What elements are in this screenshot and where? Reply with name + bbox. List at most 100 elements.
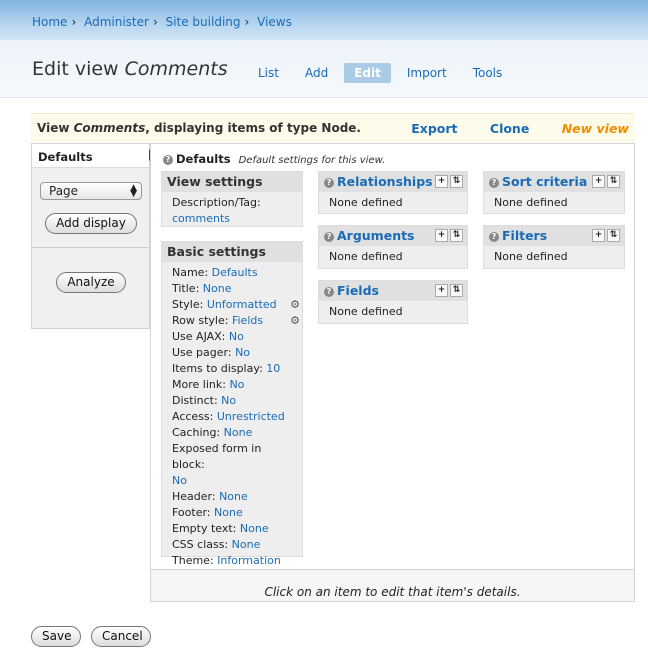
setting-label: Empty text: — [172, 522, 237, 535]
basic-setting-row: Use pager: No — [172, 345, 292, 361]
setting-label: Use AJAX: — [172, 330, 226, 343]
setting-value-link[interactable]: None — [203, 282, 232, 295]
basic-setting-row: Theme: Information — [172, 553, 292, 569]
relationships-box: ? Relationships + ⇅ None defined — [318, 171, 468, 214]
basic-setting-row: Title: None — [172, 281, 292, 297]
setting-value-link[interactable]: No — [221, 394, 236, 407]
setting-label: Name: — [172, 266, 209, 279]
breadcrumb-administer[interactable]: Administer — [84, 15, 149, 29]
add-icon[interactable]: + — [435, 284, 448, 297]
setting-value-link[interactable]: No — [235, 346, 250, 359]
basic-setting-row: Exposed form in block: No — [172, 441, 292, 489]
tab-edit[interactable]: Edit — [344, 63, 391, 83]
basic-setting-row: Footer: None — [172, 505, 292, 521]
rearrange-icon[interactable]: ⇅ — [450, 284, 463, 297]
relationships-title[interactable]: Relationships — [337, 174, 433, 189]
setting-label: Footer: — [172, 506, 211, 519]
setting-value-link[interactable]: No — [229, 378, 244, 391]
setting-value-link[interactable]: Fields — [232, 314, 263, 327]
rearrange-icon[interactable]: ⇅ — [607, 229, 620, 242]
basic-setting-row: Caching: None — [172, 425, 292, 441]
breadcrumb-site-building[interactable]: Site building — [166, 15, 241, 29]
cancel-button[interactable]: Cancel — [91, 626, 151, 647]
fields-box: ? Fields + ⇅ None defined — [318, 280, 468, 324]
setting-value-link[interactable]: Information — [217, 554, 281, 567]
description-tag-link[interactable]: comments — [172, 212, 230, 225]
page-header: Edit view Comments List Add Edit Import … — [0, 40, 648, 98]
filters-title[interactable]: Filters — [502, 228, 547, 243]
view-info-bar: View Comments, displaying items of type … — [31, 113, 635, 142]
setting-label: CSS class: — [172, 538, 229, 551]
basic-settings-list: Name: Defaults Title: None Style: Unformat… — [162, 262, 302, 572]
add-display-button[interactable]: Add display — [45, 213, 137, 234]
setting-value-link[interactable]: None — [224, 426, 253, 439]
help-icon[interactable]: ? — [324, 231, 334, 242]
rearrange-icon[interactable]: ⇅ — [607, 175, 620, 188]
display-tab-defaults[interactable]: Defaults — [32, 144, 155, 168]
setting-label: Header: — [172, 490, 216, 503]
help-icon[interactable]: ? — [324, 177, 334, 188]
setting-label: Theme: — [172, 554, 214, 567]
save-button[interactable]: Save — [31, 626, 81, 647]
setting-value-link[interactable]: Defaults — [212, 266, 258, 279]
gear-icon[interactable]: ⚙ — [290, 297, 300, 313]
sort-criteria-box: ? Sort criteria + ⇅ None defined — [483, 171, 625, 214]
help-icon[interactable]: ? — [489, 231, 499, 242]
setting-value-link[interactable]: None — [240, 522, 269, 535]
filters-box: ? Filters + ⇅ None defined — [483, 225, 625, 269]
basic-setting-row: Empty text: None — [172, 521, 292, 537]
view-actions: Export Clone New view — [383, 121, 629, 136]
rearrange-icon[interactable]: ⇅ — [450, 229, 463, 242]
breadcrumb-home[interactable]: Home — [32, 15, 67, 29]
analyze-button[interactable]: Analyze — [56, 272, 126, 293]
basic-setting-row: Items to display: 10 — [172, 361, 292, 377]
new-view-link[interactable]: New view — [562, 121, 629, 136]
view-settings-box: View settings Description/Tag: comments — [161, 171, 303, 227]
setting-value-link[interactable]: None — [232, 538, 261, 551]
clone-link[interactable]: Clone — [490, 121, 529, 136]
tab-import[interactable]: Import — [397, 63, 457, 83]
display-settings-panel: ? Defaults Default settings for this view.… — [150, 143, 635, 602]
fields-title[interactable]: Fields — [337, 283, 379, 298]
tab-list[interactable]: List — [248, 63, 289, 83]
basic-settings-title: Basic settings — [162, 242, 302, 262]
setting-label: Access: — [172, 410, 214, 423]
help-icon[interactable]: ? — [324, 286, 334, 297]
breadcrumb-views[interactable]: Views — [257, 15, 292, 29]
setting-value-link[interactable]: None — [219, 490, 248, 503]
setting-value-link[interactable]: Unrestricted — [217, 410, 285, 423]
top-bar: Home › Administer › Site building › Views — [0, 0, 648, 40]
display-type-select[interactable]: Page ▲ ▼ — [40, 182, 142, 200]
basic-setting-row: Row style: Fields ⚙ — [172, 313, 300, 329]
breadcrumb: Home › Administer › Site building › Views — [32, 15, 292, 29]
setting-value-link[interactable]: No — [172, 474, 187, 487]
help-icon[interactable]: ? — [489, 177, 499, 188]
setting-value-link[interactable]: Unformatted — [207, 298, 277, 311]
gear-icon[interactable]: ⚙ — [290, 313, 300, 329]
tabs: List Add Edit Import Tools — [248, 63, 518, 83]
page-title: Edit view Comments — [32, 58, 228, 80]
setting-value-link[interactable]: None — [214, 506, 243, 519]
add-icon[interactable]: + — [592, 175, 605, 188]
setting-label: Row style: — [172, 314, 229, 327]
panel-heading: ? Defaults Default settings for this view. — [163, 152, 385, 166]
basic-setting-row: Name: Defaults — [172, 265, 292, 281]
setting-label: Items to display: — [172, 362, 263, 375]
rearrange-icon[interactable]: ⇅ — [450, 175, 463, 188]
add-icon[interactable]: + — [435, 175, 448, 188]
help-icon[interactable]: ? — [163, 155, 173, 165]
view-settings-title: View settings — [162, 172, 302, 192]
basic-setting-row: CSS class: None — [172, 537, 292, 553]
tab-tools[interactable]: Tools — [463, 63, 513, 83]
add-icon[interactable]: + — [592, 229, 605, 242]
edit-hint-message: Click on an item to edit that item's det… — [151, 569, 634, 601]
tab-add[interactable]: Add — [295, 63, 338, 83]
setting-value-link[interactable]: 10 — [266, 362, 280, 375]
arguments-title[interactable]: Arguments — [337, 228, 415, 243]
setting-value-link[interactable]: No — [229, 330, 244, 343]
arguments-box: ? Arguments + ⇅ None defined — [318, 225, 468, 269]
add-icon[interactable]: + — [435, 229, 448, 242]
export-link[interactable]: Export — [411, 121, 457, 136]
sort-criteria-title[interactable]: Sort criteria — [502, 174, 587, 189]
setting-label: Use pager: — [172, 346, 232, 359]
